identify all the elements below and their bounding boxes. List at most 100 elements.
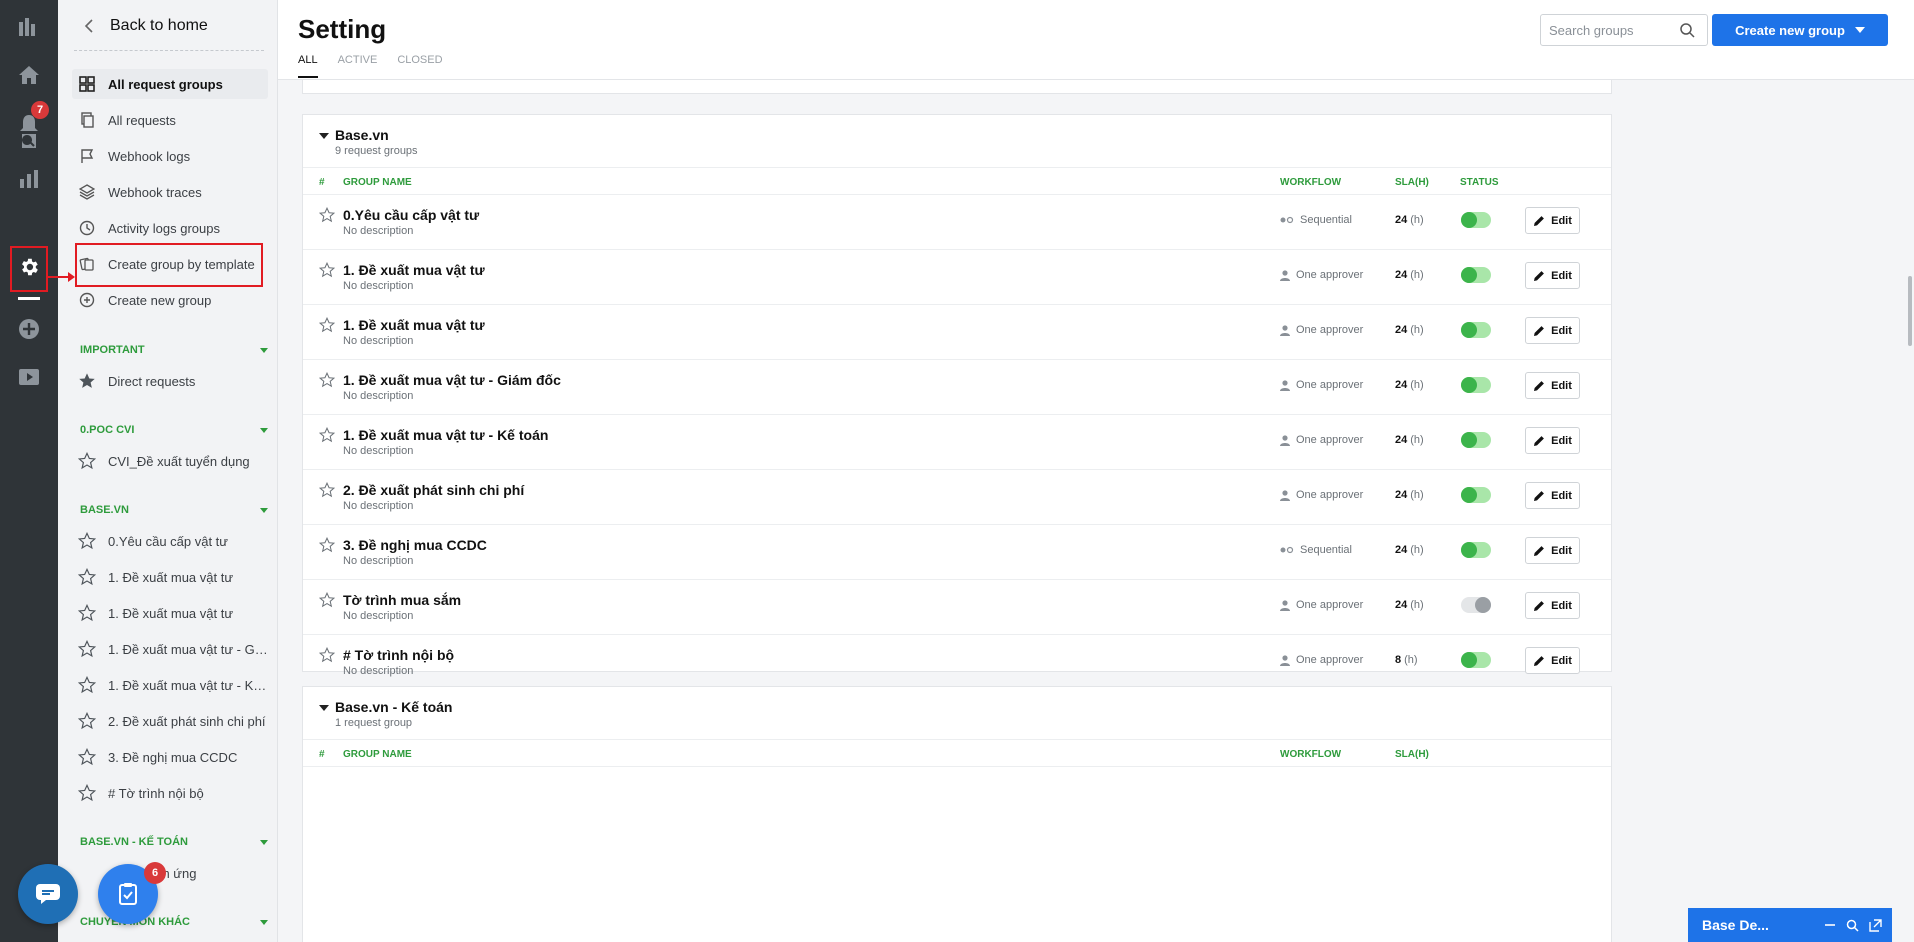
chat-button[interactable] (18, 864, 78, 924)
status-toggle[interactable] (1461, 377, 1491, 393)
section-chuyen-mon-khac[interactable]: CHUYÊN MÔN KHÁC (80, 916, 270, 928)
back-to-home-link[interactable]: Back to home (80, 14, 268, 38)
star-icon (78, 452, 96, 470)
edit-button[interactable]: Edit (1525, 427, 1580, 454)
status-toggle[interactable] (1461, 652, 1491, 668)
tab-closed[interactable]: CLOSED (397, 54, 442, 78)
edit-button[interactable]: Edit (1525, 372, 1580, 399)
nav-webhook-traces[interactable]: Webhook traces (72, 177, 268, 207)
sla-value: 24 (1395, 544, 1408, 556)
sla-value: 8 (1395, 654, 1402, 666)
gear-icon[interactable] (14, 252, 44, 282)
user-icon (1280, 599, 1290, 611)
section-base-vn-ke-toan[interactable]: BASE.VN - KẾ TOÁN (80, 836, 270, 848)
sidebar-item-group[interactable]: # Tờ trình nội bộ (78, 778, 268, 808)
divider (74, 50, 264, 51)
group-description: No description (343, 280, 414, 292)
clipboard-check-icon (119, 883, 137, 905)
group-name[interactable]: 1. Đề xuất mua vật tư - Kế toán (343, 427, 548, 443)
group-name[interactable]: 1. Đề xuất mua vật tư (343, 317, 485, 333)
chevron-left-icon (84, 19, 93, 33)
status-toggle[interactable] (1461, 432, 1491, 448)
nav-label: Activity logs groups (108, 220, 220, 236)
sidebar-item-direct-requests[interactable]: Direct requests (78, 366, 268, 396)
star-icon[interactable] (319, 317, 335, 333)
star-icon[interactable] (319, 262, 335, 278)
sla-value: 24 (1395, 269, 1408, 281)
group-name[interactable]: 0.Yêu cầu cấp vật tư (343, 207, 479, 223)
sidebar-item-group[interactable]: 0.Yêu cầu cấp vật tư (78, 526, 268, 556)
sidebar-item-cvi[interactable]: CVI_Đề xuất tuyển dụng (78, 446, 268, 476)
col-workflow: WORKFLOW (1280, 749, 1342, 760)
nav-all-request-groups[interactable]: All request groups (72, 69, 268, 99)
home-icon[interactable] (14, 60, 44, 90)
sidebar-item-group[interactable]: 1. Đề xuất mua vật tư (78, 562, 268, 592)
group-name[interactable]: 1. Đề xuất mua vật tư (343, 262, 485, 278)
star-icon[interactable] (319, 592, 335, 608)
star-icon[interactable] (319, 207, 335, 223)
minimize-icon[interactable] (1824, 919, 1836, 931)
group-header[interactable]: Base.vn - Kế toán 1 request group (303, 687, 1611, 739)
bar-chart-icon[interactable] (14, 164, 44, 194)
chat-widget-bar[interactable]: Base De... (1688, 908, 1892, 942)
group-description: No description (343, 445, 414, 457)
star-icon[interactable] (319, 537, 335, 553)
edit-button[interactable]: Edit (1525, 207, 1580, 234)
search-icon[interactable] (1679, 22, 1695, 38)
section-poc-cvi[interactable]: 0.POC CVI (80, 424, 270, 436)
star-icon[interactable] (319, 427, 335, 443)
nav-create-new-group[interactable]: Create new group (72, 285, 268, 315)
nav-activity-logs-groups[interactable]: Activity logs groups (72, 213, 268, 243)
star-icon[interactable] (319, 482, 335, 498)
scrollbar[interactable] (1908, 276, 1912, 346)
nav-label: All request groups (108, 76, 223, 92)
search-square-icon[interactable] (14, 126, 44, 156)
group-name[interactable]: # Tờ trình nội bộ (343, 647, 454, 663)
status-toggle[interactable] (1461, 267, 1491, 283)
sla-cell: 24 (h) (1395, 434, 1424, 446)
edit-button[interactable]: Edit (1525, 317, 1580, 344)
workflow-cell: One approver (1280, 269, 1363, 281)
group-name[interactable]: 2. Đề xuất phát sinh chi phí (343, 482, 524, 498)
sidebar-item-group[interactable]: 1. Đề xuất mua vật tư - Gi... (78, 634, 268, 664)
search-input[interactable] (1549, 22, 1679, 38)
status-toggle[interactable] (1461, 597, 1491, 613)
expand-icon[interactable] (1869, 918, 1882, 932)
section-base-vn[interactable]: BASE.VN (80, 504, 270, 516)
edit-button[interactable]: Edit (1525, 647, 1580, 674)
sidebar-item-group[interactable]: 1. Đề xuất mua vật tư (78, 598, 268, 628)
sla-value: 24 (1395, 489, 1408, 501)
status-toggle[interactable] (1461, 212, 1491, 228)
plus-circle-icon[interactable] (14, 314, 44, 344)
group-name[interactable]: 3. Đề nghị mua CCDC (343, 537, 487, 553)
status-toggle[interactable] (1461, 487, 1491, 503)
star-icon[interactable] (319, 372, 335, 388)
edit-button[interactable]: Edit (1525, 592, 1580, 619)
edit-button[interactable]: Edit (1525, 262, 1580, 289)
table-row: 1. Đề xuất mua vật tư No description One a… (303, 250, 1611, 305)
nav-webhook-logs[interactable]: Webhook logs (72, 141, 268, 171)
nav-all-requests[interactable]: All requests (72, 105, 268, 135)
app-logo-icon[interactable] (14, 12, 44, 42)
tab-all[interactable]: ALL (298, 54, 318, 78)
sidebar-item-group[interactable]: 3. Đề nghị mua CCDC (78, 742, 268, 772)
edit-button[interactable]: Edit (1525, 537, 1580, 564)
nav-create-group-by-template[interactable]: Create group by template (72, 249, 268, 279)
sidebar-item-group[interactable]: 2. Đề xuất phát sinh chi phí (78, 706, 268, 736)
edit-button[interactable]: Edit (1525, 482, 1580, 509)
star-icon[interactable] (319, 647, 335, 663)
video-icon[interactable] (14, 362, 44, 392)
status-toggle[interactable] (1461, 542, 1491, 558)
create-new-group-button[interactable]: Create new group (1712, 14, 1888, 46)
group-name[interactable]: Tờ trình mua sắm (343, 592, 461, 608)
section-important[interactable]: IMPORTANT (80, 344, 270, 356)
caret-down-icon (260, 427, 268, 433)
group-name[interactable]: 1. Đề xuất mua vật tư - Giám đốc (343, 372, 561, 388)
caret-down-icon (260, 839, 268, 845)
search-icon[interactable] (1846, 919, 1859, 932)
tab-active[interactable]: ACTIVE (338, 54, 378, 78)
sidebar-item-group[interactable]: 1. Đề xuất mua vật tư - Kế... (78, 670, 268, 700)
status-toggle[interactable] (1461, 322, 1491, 338)
group-header[interactable]: Base.vn 9 request groups (303, 115, 1611, 167)
workflow-label: Sequential (1300, 214, 1352, 226)
